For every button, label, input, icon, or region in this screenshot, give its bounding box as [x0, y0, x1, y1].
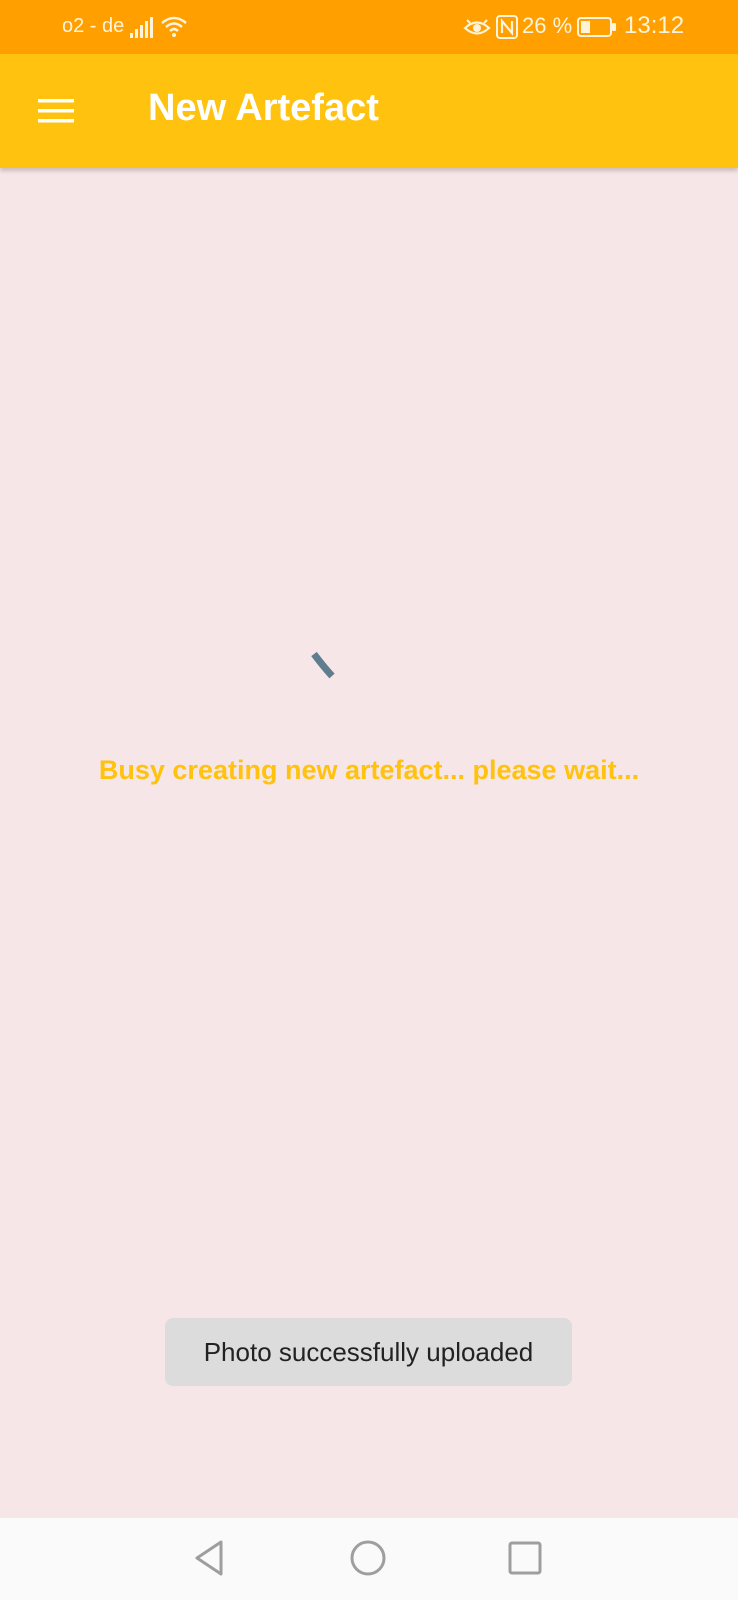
recents-icon[interactable]	[505, 1538, 545, 1578]
page-title: New Artefact	[148, 87, 379, 129]
battery-percent: 26 %	[522, 13, 573, 38]
app-bar: New Artefact	[0, 54, 738, 168]
toast-message: Photo successfully uploaded	[203, 1337, 534, 1367]
wifi-icon	[161, 16, 187, 37]
eye-icon	[463, 19, 491, 35]
toast: Photo successfully uploaded	[165, 1318, 572, 1386]
battery-icon	[577, 17, 616, 37]
loading-spinner-icon	[311, 652, 335, 679]
navigation-bar	[0, 1518, 738, 1600]
home-icon[interactable]	[348, 1538, 388, 1578]
busy-message: Busy creating new artefact... please wai…	[98, 755, 640, 785]
clock: 13:12	[624, 12, 685, 39]
screen: o2 - de 26 % 13:12 New Artefact Busy cre…	[0, 0, 738, 1600]
signal-icon	[130, 17, 153, 38]
status-bar: o2 - de 26 % 13:12	[0, 0, 738, 54]
carrier-label: o2 - de	[62, 15, 125, 37]
back-icon[interactable]	[191, 1538, 231, 1578]
hamburger-menu-icon[interactable]	[34, 92, 78, 130]
nfc-icon	[496, 15, 518, 39]
